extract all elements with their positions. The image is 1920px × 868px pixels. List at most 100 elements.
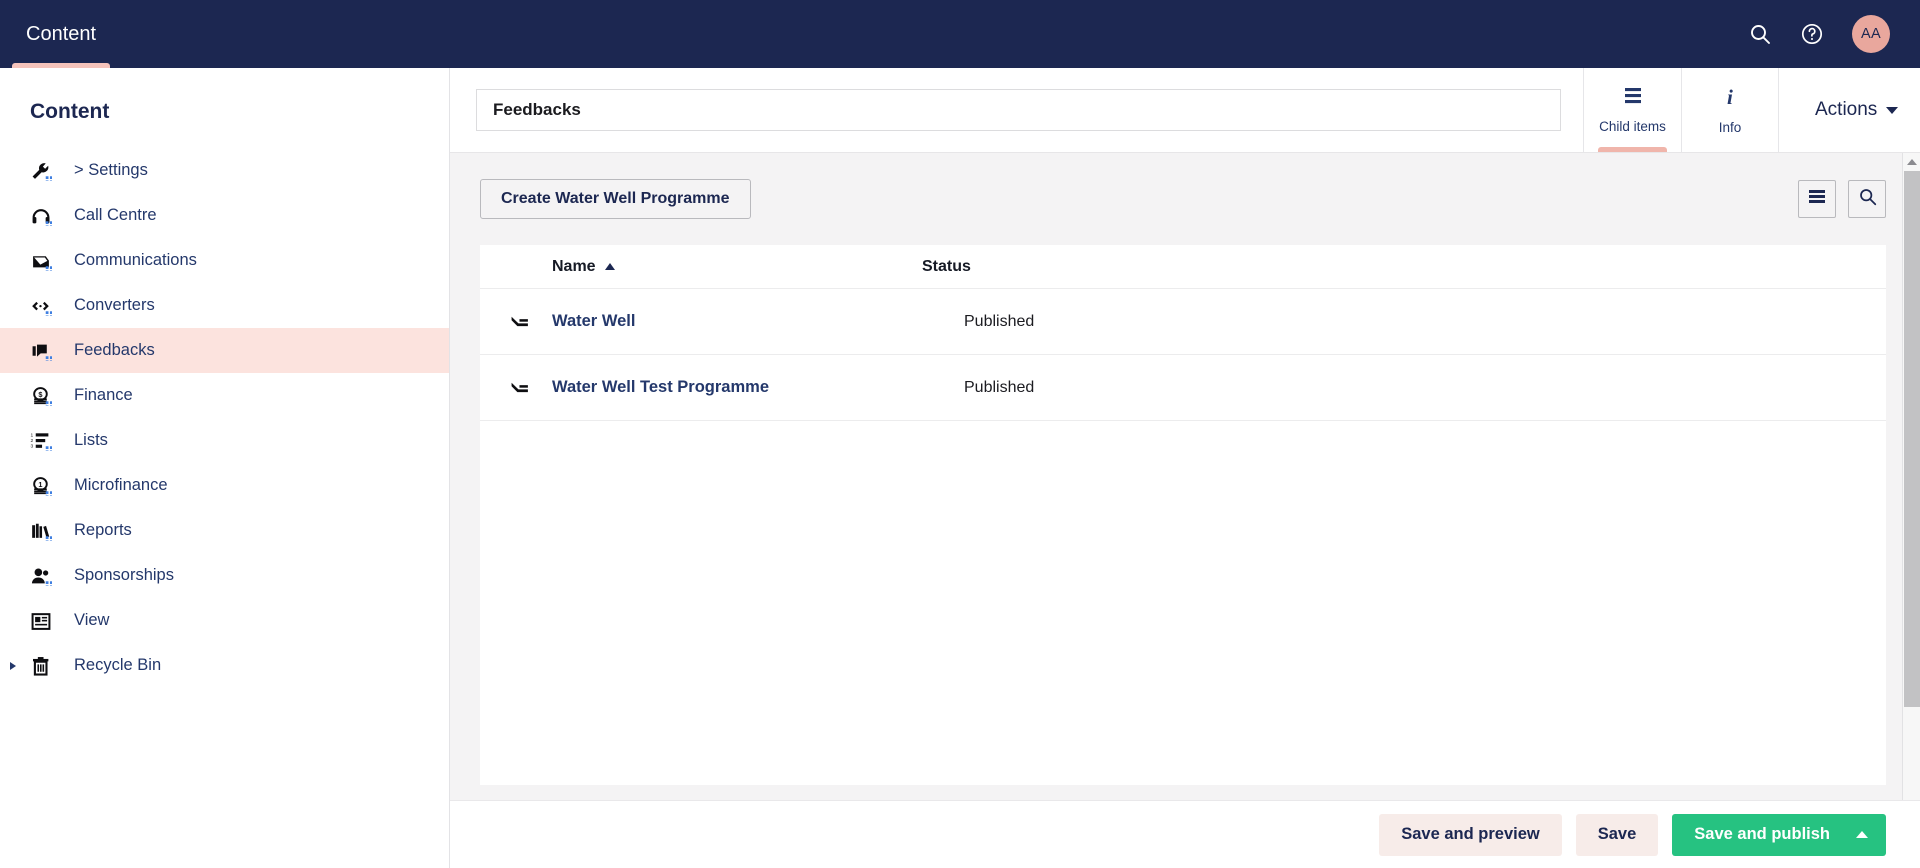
save-button[interactable]: Save — [1575, 813, 1659, 856]
scrollbar-thumb[interactable] — [1904, 171, 1920, 708]
envelope-icon — [30, 248, 60, 274]
scrollbar-track[interactable] — [1903, 171, 1920, 850]
list-lines-icon — [1808, 189, 1826, 210]
column-header-name-label: Name — [552, 257, 596, 275]
wrench-icon — [30, 158, 60, 184]
expand-chevron-icon[interactable] — [10, 661, 16, 670]
svg-text:1: 1 — [30, 432, 33, 438]
tab-info-label: Info — [1718, 119, 1742, 135]
info-italic-icon: i — [1720, 85, 1740, 113]
top-tab-content[interactable]: Content — [0, 0, 122, 68]
feedback-icon — [30, 338, 60, 364]
chevron-up-icon — [1906, 159, 1917, 165]
panel-inner: Create Water Well Programme Name Status … — [450, 153, 1920, 785]
avatar-initials: AA — [1861, 26, 1881, 42]
row-status: Published — [964, 378, 1035, 396]
save-and-preview-button[interactable]: Save and preview — [1379, 813, 1562, 856]
sidebar-item-recycle-bin[interactable]: Recycle Bin — [0, 643, 449, 688]
sidebar-item-label: Finance — [74, 386, 133, 404]
create-water-well-programme-button[interactable]: Create Water Well Programme — [480, 179, 751, 219]
scroll-up-button[interactable] — [1903, 153, 1920, 171]
node-name-input[interactable] — [476, 89, 1561, 131]
list-lines-icon — [1621, 87, 1645, 112]
column-header-name[interactable]: Name — [510, 258, 922, 276]
article-icon — [30, 608, 60, 634]
content-header: Child items i Info Actions — [450, 68, 1920, 152]
sidebar-item-label: Call Centre — [74, 206, 157, 224]
help-circle-icon[interactable] — [1800, 22, 1824, 46]
sidebar-item-label: Converters — [74, 296, 155, 314]
sidebar-item-label: Communications — [74, 251, 197, 269]
sidebar-item-finance[interactable]: $ Finance — [0, 373, 449, 418]
sort-ascending-icon — [604, 263, 615, 270]
sidebar-item-call-centre[interactable]: Call Centre — [0, 193, 449, 238]
sidebar: Content > Settings Call Centre Communica… — [0, 68, 450, 868]
actions-dropdown[interactable]: Actions — [1815, 99, 1899, 121]
vertical-scrollbar[interactable] — [1902, 153, 1920, 868]
sidebar-item-converters[interactable]: Converters — [0, 283, 449, 328]
chevron-up-icon[interactable] — [1856, 831, 1868, 838]
coin-dollar-icon: $ — [30, 383, 60, 409]
row-name-link[interactable]: Water Well — [552, 312, 964, 331]
actions-label: Actions — [1815, 99, 1878, 120]
svg-text:3: 3 — [30, 443, 33, 449]
footer-action-bar: Save and preview Save Save and publish — [450, 800, 1920, 868]
column-header-status-label: Status — [922, 257, 971, 275]
top-tab-label: Content — [26, 22, 97, 45]
numbered-list-icon: 123 — [30, 428, 60, 454]
sidebar-title: Content — [30, 100, 110, 123]
sidebar-item-label: View — [74, 611, 110, 629]
sidebar-nav: > Settings Call Centre Communications Co… — [0, 148, 449, 688]
sidebar-item-label: Microfinance — [74, 476, 168, 494]
tab-child-items[interactable]: Child items — [1583, 68, 1681, 152]
tab-info[interactable]: i Info — [1681, 68, 1779, 152]
tab-child-items-label: Child items — [1599, 118, 1666, 134]
sidebar-item-label: Recycle Bin — [74, 656, 162, 674]
sidebar-item-settings[interactable]: > Settings — [0, 148, 449, 193]
svg-text:2: 2 — [30, 438, 33, 444]
search-items-button[interactable] — [1848, 180, 1886, 218]
sidebar-item-label: Reports — [74, 521, 132, 539]
child-items-table: Name Status Water Well Published Water W… — [480, 245, 1886, 785]
trash-icon — [30, 653, 60, 679]
sidebar-item-feedbacks[interactable]: Feedbacks — [0, 328, 449, 373]
user-group-icon — [30, 563, 60, 589]
table-row[interactable]: Water Well Test Programme Published — [480, 355, 1886, 421]
headset-icon — [30, 203, 60, 229]
sidebar-item-label: Lists — [74, 431, 108, 449]
column-header-status[interactable]: Status — [922, 258, 971, 276]
row-name-link[interactable]: Water Well Test Programme — [552, 378, 964, 397]
sidebar-item-lists[interactable]: 123 Lists — [0, 418, 449, 463]
main-content: Child items i Info Actions Create Water … — [450, 68, 1920, 868]
panel-toolbar-right — [1798, 180, 1886, 218]
save-and-publish-button[interactable]: Save and publish — [1672, 813, 1886, 856]
search-icon[interactable] — [1748, 22, 1772, 46]
table-body: Water Well Published Water Well Test Pro… — [480, 289, 1886, 421]
table-row[interactable]: Water Well Published — [480, 289, 1886, 355]
list-view-button[interactable] — [1798, 180, 1836, 218]
top-bar-actions: AA — [1748, 0, 1920, 68]
sidebar-item-microfinance[interactable]: 1 Microfinance — [0, 463, 449, 508]
row-status: Published — [964, 312, 1035, 330]
header-tab-group: Child items i Info — [1583, 68, 1779, 152]
avatar[interactable]: AA — [1852, 15, 1890, 53]
panel-toolbar: Create Water Well Programme — [480, 179, 1886, 219]
sidebar-item-label: Feedbacks — [74, 341, 155, 359]
sidebar-item-communications[interactable]: Communications — [0, 238, 449, 283]
sidebar-item-reports[interactable]: Reports — [0, 508, 449, 553]
sidebar-item-label: > Settings — [74, 161, 148, 179]
sidebar-item-sponsorships[interactable]: Sponsorships — [0, 553, 449, 598]
books-icon — [30, 518, 60, 544]
top-navigation-bar: Content AA — [0, 0, 1920, 68]
sidebar-item-label: Sponsorships — [74, 566, 174, 584]
subitem-arrow-icon — [510, 314, 552, 330]
code-arrows-icon — [30, 293, 60, 319]
coin-one-icon: 1 — [30, 473, 60, 499]
save-and-publish-label: Save and publish — [1694, 825, 1830, 843]
sidebar-item-view[interactable]: View — [0, 598, 449, 643]
search-icon — [1858, 187, 1877, 211]
svg-text:$: $ — [38, 389, 42, 398]
table-header-row: Name Status — [480, 245, 1886, 289]
subitem-arrow-icon — [510, 380, 552, 396]
child-items-panel: Create Water Well Programme Name Status … — [450, 152, 1920, 868]
